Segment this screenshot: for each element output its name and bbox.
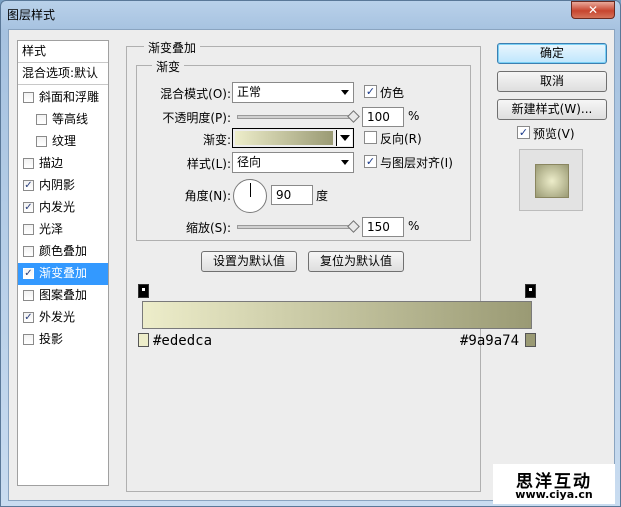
style-item-label: 等高线 [52, 112, 89, 126]
style-item-checkbox[interactable] [23, 224, 34, 235]
scale-input[interactable]: 150 [362, 217, 404, 237]
styles-list: 样式混合选项:默认斜面和浮雕等高线纹理描边 ✓ 内阴影 ✓ 内发光光泽颜色叠加 ✓ 渐变叠加… [17, 40, 109, 486]
gradient-dropdown-arrow-icon[interactable] [336, 130, 352, 146]
start-color-label: #ededca [153, 333, 213, 349]
group-title: 渐变叠加 [144, 39, 201, 56]
style-item-label: 图案叠加 [39, 288, 88, 302]
angle-unit: 度 [316, 189, 329, 203]
gradient-label: 渐变: [202, 133, 231, 147]
style-preview [519, 149, 583, 211]
scale-label: 缩放(S): [185, 221, 231, 235]
dither-checkbox[interactable]: ✓ [364, 85, 377, 98]
style-item-label: 光泽 [39, 222, 64, 236]
style-item-label: 内阴影 [39, 178, 76, 192]
style-item-checkbox[interactable]: ✓ [23, 180, 34, 191]
align-checkbox[interactable]: ✓ [364, 155, 377, 168]
style-item[interactable]: ✓ 渐变叠加 [18, 263, 108, 285]
style-item[interactable]: 投影 [18, 329, 108, 351]
style-item-checkbox[interactable] [36, 136, 47, 147]
close-button[interactable]: ✕ [571, 1, 615, 19]
style-select[interactable]: 径向 [232, 152, 354, 173]
align-label: 与图层对齐(I) [380, 156, 453, 170]
style-item-label: 颜色叠加 [39, 244, 88, 258]
blend-mode-select[interactable]: 正常 [232, 82, 354, 103]
angle-dial[interactable] [233, 179, 267, 213]
set-default-button[interactable]: 设置为默认值 [201, 251, 297, 272]
style-item[interactable]: 斜面和浮雕 [18, 87, 108, 109]
style-item-checkbox[interactable] [36, 114, 47, 125]
preview-swatch [535, 164, 569, 198]
dialog-client: 样式混合选项:默认斜面和浮雕等高线纹理描边 ✓ 内阴影 ✓ 内发光光泽颜色叠加 ✓ 渐变叠加… [8, 29, 615, 501]
style-item-checkbox[interactable] [23, 92, 34, 103]
color-stop-left[interactable] [138, 333, 149, 347]
end-color-label: #9a9a74 [460, 333, 520, 349]
style-item-checkbox[interactable] [23, 334, 34, 345]
style-item-label: 投影 [39, 332, 64, 346]
style-value: 径向 [237, 155, 262, 169]
styles-header-label: 样式 [22, 44, 47, 58]
style-label: 样式(L): [186, 157, 231, 171]
style-item-label: 纹理 [52, 134, 77, 148]
watermark: 思洋互动 www.ciya.cn [493, 464, 615, 504]
opacity-input[interactable]: 100 [362, 107, 404, 127]
subgroup-title: 渐变 [152, 58, 185, 75]
style-item[interactable]: ✓ 内阴影 [18, 175, 108, 197]
blend-mode-value: 正常 [237, 85, 262, 99]
gradient-picker[interactable] [232, 128, 354, 148]
style-item-checkbox[interactable]: ✓ [23, 202, 34, 213]
opacity-stop-right[interactable] [525, 284, 536, 298]
scale-unit: % [408, 219, 420, 233]
blend-options-label: 混合选项:默认 [22, 66, 99, 80]
style-item-checkbox[interactable]: ✓ [23, 268, 34, 279]
ok-button[interactable]: 确定 [497, 43, 607, 64]
opacity-label: 不透明度(P): [162, 111, 231, 125]
style-item[interactable]: 等高线 [18, 109, 108, 131]
style-item[interactable]: 描边 [18, 153, 108, 175]
title-bar[interactable]: 图层样式 ✕ [1, 1, 621, 27]
watermark-url: www.ciya.cn [515, 488, 593, 501]
color-stop-right[interactable] [525, 333, 536, 347]
style-item-label: 描边 [39, 156, 64, 170]
style-item-label: 内发光 [39, 200, 76, 214]
reset-default-button[interactable]: 复位为默认值 [308, 251, 404, 272]
blend-mode-label: 混合模式(O): [160, 87, 231, 101]
cancel-button[interactable]: 取消 [497, 71, 607, 92]
blend-options-item[interactable]: 混合选项:默认 [18, 63, 108, 85]
opacity-slider[interactable] [237, 115, 354, 119]
style-item[interactable]: 光泽 [18, 219, 108, 241]
opacity-unit: % [408, 109, 420, 123]
style-item[interactable]: ✓ 内发光 [18, 197, 108, 219]
styles-header: 样式 [18, 41, 108, 63]
angle-label: 角度(N): [184, 189, 231, 203]
scale-slider[interactable] [237, 225, 354, 229]
style-item[interactable]: 图案叠加 [18, 285, 108, 307]
layer-style-dialog: 图层样式 ✕ 样式混合选项:默认斜面和浮雕等高线纹理描边 ✓ 内阴影 ✓ 内发光光泽颜色… [0, 0, 621, 507]
reverse-label: 反向(R) [380, 132, 422, 146]
style-item-label: 渐变叠加 [39, 266, 88, 280]
style-item-checkbox[interactable] [23, 290, 34, 301]
chevron-down-icon [341, 160, 349, 165]
style-item-label: 斜面和浮雕 [39, 90, 100, 104]
style-item[interactable]: 颜色叠加 [18, 241, 108, 263]
preview-label: 预览(V) [533, 127, 575, 141]
window-title: 图层样式 [7, 8, 56, 22]
new-style-button[interactable]: 新建样式(W)... [497, 99, 607, 120]
style-item-label: 外发光 [39, 310, 76, 324]
opacity-stop-left[interactable] [138, 284, 149, 298]
angle-input[interactable]: 90 [271, 185, 313, 205]
reverse-checkbox[interactable] [364, 131, 377, 144]
style-item[interactable]: ✓ 外发光 [18, 307, 108, 329]
dither-label: 仿色 [380, 86, 405, 100]
style-item-checkbox[interactable]: ✓ [23, 312, 34, 323]
preview-checkbox[interactable]: ✓ [517, 126, 530, 139]
style-item[interactable]: 纹理 [18, 131, 108, 153]
gradient-swatch[interactable] [235, 131, 333, 145]
style-item-checkbox[interactable] [23, 158, 34, 169]
angle-dial-hand [250, 183, 251, 197]
gradient-bar[interactable] [142, 301, 532, 329]
chevron-down-icon [341, 90, 349, 95]
style-item-checkbox[interactable] [23, 246, 34, 257]
